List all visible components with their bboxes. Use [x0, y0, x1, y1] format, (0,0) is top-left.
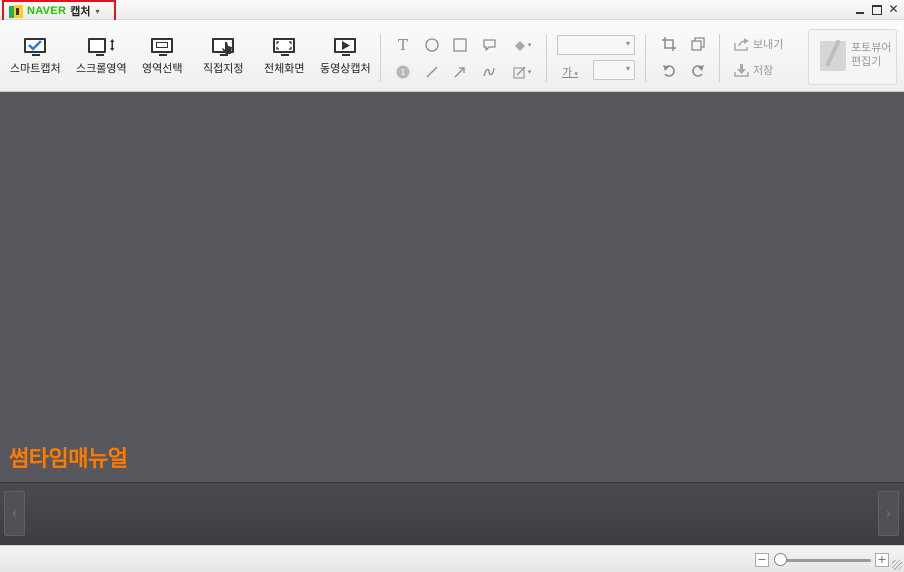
- divider: [380, 34, 381, 82]
- area-select-button[interactable]: 영역선택: [142, 34, 182, 84]
- share-icon: [734, 37, 749, 51]
- scroll-area-icon: [88, 34, 115, 56]
- title-bar: NAVER 캡처 ▾ ✕: [0, 0, 904, 22]
- download-icon: [734, 63, 749, 77]
- close-button[interactable]: ✕: [887, 2, 900, 17]
- area-select-icon: [149, 34, 175, 56]
- manual-select-button[interactable]: 직접지정: [203, 34, 243, 84]
- zoom-in-button[interactable]: +: [875, 553, 889, 567]
- resize-icon[interactable]: [689, 35, 707, 53]
- maximize-button[interactable]: [870, 2, 883, 17]
- thumbnail-strip: ‹ ›: [0, 482, 904, 545]
- crop-icon[interactable]: [660, 35, 678, 53]
- speech-bubble-tool-icon[interactable]: [480, 36, 498, 54]
- divider: [546, 34, 547, 82]
- app-name: 캡처: [70, 5, 91, 18]
- freehand-tool-icon[interactable]: [480, 63, 498, 81]
- number-stamp-icon[interactable]: 1: [394, 63, 412, 81]
- send-button[interactable]: 보내기: [734, 36, 783, 52]
- scroll-area-label: 스크롤영역: [76, 62, 127, 75]
- font-size-label: 가: [562, 64, 578, 80]
- status-bar: − +: [0, 545, 904, 572]
- line-tool-icon[interactable]: [423, 63, 441, 81]
- redo-icon[interactable]: [689, 62, 707, 80]
- smart-capture-label: 스마트캡처: [10, 62, 61, 75]
- text-tool-icon[interactable]: T: [394, 36, 412, 54]
- photo-editor-label: 포토뷰어 편집기: [851, 41, 892, 68]
- brand-name: NAVER: [27, 5, 67, 17]
- strip-prev-button[interactable]: ‹: [4, 491, 25, 536]
- zoom-slider-handle[interactable]: [774, 553, 787, 566]
- divider: [719, 34, 720, 82]
- undo-icon[interactable]: [660, 62, 678, 80]
- chevron-down-icon: ▾: [95, 6, 100, 16]
- window-controls: ✕: [853, 2, 900, 17]
- video-capture-button[interactable]: 동영상캡처: [320, 34, 371, 84]
- manual-select-label: 직접지정: [203, 62, 244, 75]
- toolbar: 스마트캡처 스크롤영역 영역선택 직접지정 전체화면 동영상캡처 T ▾ 1 ▾…: [0, 20, 904, 92]
- area-select-label: 영역선택: [142, 62, 183, 75]
- zoom-slider[interactable]: [779, 559, 871, 562]
- smart-capture-icon: [22, 34, 48, 56]
- strip-next-button[interactable]: ›: [878, 491, 899, 536]
- resize-grip-icon[interactable]: [892, 560, 902, 570]
- zoom-out-button[interactable]: −: [755, 553, 769, 567]
- font-family-select[interactable]: [557, 35, 635, 55]
- photo-editor-icon: [820, 41, 846, 71]
- photo-editor-button[interactable]: 포토뷰어 편집기: [808, 29, 897, 85]
- scroll-area-button[interactable]: 스크롤영역: [76, 34, 127, 84]
- video-capture-icon: [332, 34, 358, 56]
- divider: [645, 34, 646, 82]
- video-capture-label: 동영상캡처: [320, 62, 371, 75]
- rectangle-tool-icon[interactable]: [451, 36, 469, 54]
- full-screen-button[interactable]: 전체화면: [264, 34, 304, 84]
- font-size-select[interactable]: [593, 60, 635, 80]
- capture-canvas[interactable]: 썸타임매뉴얼: [0, 92, 904, 482]
- arrow-tool-icon[interactable]: [451, 63, 469, 81]
- save-button[interactable]: 저장: [734, 62, 773, 78]
- full-screen-icon: [271, 34, 297, 56]
- watermark-text: 썸타임매뉴얼: [9, 447, 128, 472]
- pen-color-icon[interactable]: [509, 63, 535, 81]
- manual-select-icon: [210, 34, 236, 56]
- app-menu-button[interactable]: NAVER 캡처 ▾: [2, 0, 116, 22]
- full-screen-label: 전체화면: [264, 62, 305, 75]
- naver-logo-icon: [9, 4, 23, 18]
- save-label: 저장: [753, 64, 774, 77]
- ellipse-tool-icon[interactable]: [423, 36, 441, 54]
- fill-color-icon[interactable]: [509, 36, 535, 54]
- smart-capture-button[interactable]: 스마트캡처: [10, 34, 61, 84]
- send-label: 보내기: [753, 38, 784, 51]
- svg-text:1: 1: [400, 68, 405, 77]
- minimize-button[interactable]: [853, 2, 866, 17]
